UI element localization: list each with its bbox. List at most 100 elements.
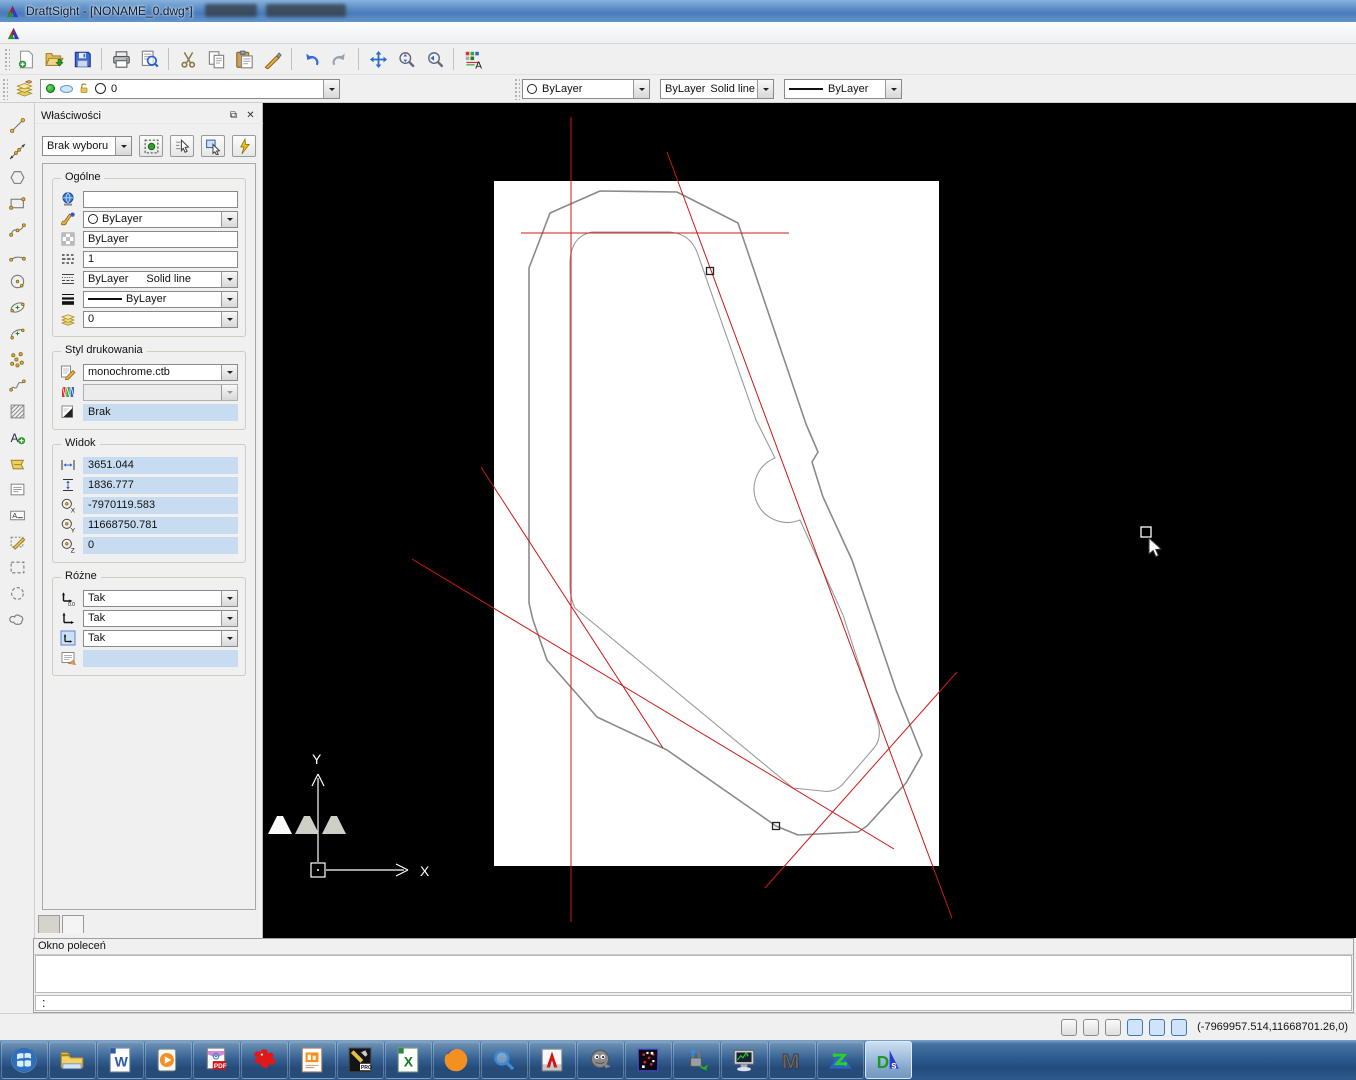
dropdown-arrow-icon[interactable] [633, 80, 649, 98]
ellipse-tool[interactable] [3, 294, 31, 320]
etrack-toggle[interactable] [1171, 1019, 1187, 1036]
menu-wstaw[interactable] [83, 30, 101, 36]
toolbar-grip[interactable] [514, 78, 520, 100]
menu-widok[interactable] [65, 30, 83, 36]
tab-wlasciwosci[interactable] [62, 915, 84, 933]
spline-tool[interactable] [3, 216, 31, 242]
text-block-tool[interactable] [3, 476, 31, 502]
toolbar-grip[interactable] [2, 78, 8, 100]
dropdown-arrow-icon[interactable] [757, 80, 773, 98]
cloud-tool[interactable] [3, 606, 31, 632]
line-weight-combobox[interactable]: ByLayer [784, 79, 902, 99]
infinite-line-tool[interactable] [3, 138, 31, 164]
menu-edytuj[interactable] [47, 30, 65, 36]
redo-button[interactable] [326, 47, 352, 72]
property-field[interactable]: 0 [83, 311, 238, 328]
dropdown-arrow-icon[interactable] [221, 385, 237, 400]
snap-toggle[interactable] [1061, 1019, 1077, 1036]
line-tool[interactable] [3, 112, 31, 138]
tab-sheet1[interactable] [295, 816, 319, 834]
save-button[interactable] [69, 47, 95, 72]
command-history[interactable] [35, 955, 1352, 993]
active-layer-combobox[interactable]: 0 [40, 79, 340, 99]
power-select-button[interactable] [232, 135, 256, 157]
taskbar-media-player[interactable] [145, 1041, 192, 1079]
dropdown-arrow-icon[interactable] [885, 80, 901, 98]
command-input[interactable]: : [35, 995, 1352, 1011]
taskbar-pro-app[interactable]: PRO [337, 1041, 384, 1079]
property-field[interactable]: Tak [83, 590, 238, 607]
dropdown-arrow-icon[interactable] [221, 365, 237, 380]
menu-pomoc[interactable] [209, 30, 227, 36]
menu-wymiar[interactable] [119, 30, 137, 36]
undo-button[interactable] [298, 47, 324, 72]
layers-manager-button[interactable] [11, 76, 37, 101]
taskbar-autocad[interactable] [529, 1041, 576, 1079]
taskbar-draftsight[interactable]: Ds [865, 1041, 912, 1079]
sketch-tool[interactable] [3, 528, 31, 554]
circle-tool[interactable] [3, 268, 31, 294]
layer-show-icon[interactable] [46, 84, 55, 93]
print-preview-button[interactable] [136, 47, 162, 72]
property-field[interactable]: Brak [83, 404, 238, 421]
layer-thaw-icon[interactable] [60, 85, 73, 93]
toolbar-grip[interactable] [4, 48, 10, 70]
taskbar-red-app[interactable] [241, 1041, 288, 1079]
taskbar-chart-app[interactable] [817, 1041, 864, 1079]
tab-model[interactable] [268, 816, 292, 834]
property-field[interactable] [83, 384, 238, 401]
dropdown-arrow-icon[interactable] [323, 80, 339, 98]
property-field[interactable]: ByLayer [83, 231, 238, 248]
property-field[interactable]: ByLayer [83, 211, 238, 228]
rectangle-tool[interactable] [3, 190, 31, 216]
taskbar-pdf-viewer[interactable]: PDF [193, 1041, 240, 1079]
property-field[interactable]: Tak [83, 610, 238, 627]
dropdown-arrow-icon[interactable] [221, 292, 237, 307]
cut-button[interactable] [175, 47, 201, 72]
point-tool[interactable] [3, 346, 31, 372]
property-field[interactable]: Tak [83, 630, 238, 647]
menu-narzedzia[interactable] [173, 30, 191, 36]
dropdown-arrow-icon[interactable] [115, 137, 131, 155]
menu-rysuj[interactable] [137, 30, 155, 36]
cloud-circle-tool[interactable] [3, 580, 31, 606]
line-color-combobox[interactable]: ByLayer [522, 79, 650, 99]
ortho-toggle[interactable] [1105, 1019, 1121, 1036]
grid-toggle[interactable] [1083, 1019, 1099, 1036]
drawing-canvas[interactable]: XY [263, 103, 1356, 938]
taskbar-m-app[interactable]: M [769, 1041, 816, 1079]
menu-modyfikuj[interactable] [155, 30, 173, 36]
polar-toggle[interactable] [1127, 1019, 1143, 1036]
taskbar-word[interactable]: W [97, 1041, 144, 1079]
menu-plik[interactable] [29, 30, 47, 36]
entity-snap-toggle[interactable] [1149, 1019, 1165, 1036]
menu-format[interactable] [101, 30, 119, 36]
freehand-tool[interactable] [3, 372, 31, 398]
dropdown-arrow-icon[interactable] [221, 212, 237, 227]
paste-button[interactable] [231, 47, 257, 72]
property-field[interactable]: ByLayerSolid line [83, 271, 238, 288]
taskbar-sync-app[interactable] [673, 1041, 720, 1079]
menu-okno[interactable] [191, 30, 209, 36]
zoom-dynamic-button[interactable] [393, 47, 419, 72]
line-style-combobox[interactable]: ByLayerSolid line [660, 79, 774, 99]
arc-tool[interactable] [3, 242, 31, 268]
taskbar-dotted-app[interactable] [625, 1041, 672, 1079]
layer-unlock-icon[interactable] [78, 82, 90, 95]
taskbar-monitor-app[interactable]: A [721, 1041, 768, 1079]
dropdown-arrow-icon[interactable] [221, 591, 237, 606]
simple-note-tool[interactable]: A [3, 502, 31, 528]
select-matching-button[interactable] [139, 135, 163, 157]
property-field[interactable] [83, 650, 238, 667]
tab-pozycja-poczatkowa[interactable] [38, 915, 60, 933]
tab-sheet2[interactable] [322, 816, 346, 834]
taskbar-firefox[interactable] [433, 1041, 480, 1079]
select-window-button[interactable] [201, 135, 225, 157]
print-button[interactable] [108, 47, 134, 72]
annotation-tool[interactable]: A [3, 424, 31, 450]
start-button[interactable] [1, 1041, 48, 1079]
hatch-tool[interactable] [3, 398, 31, 424]
cloud-rectangle-tool[interactable] [3, 554, 31, 580]
new-file-button[interactable] [13, 47, 39, 72]
open-button[interactable] [41, 47, 67, 72]
